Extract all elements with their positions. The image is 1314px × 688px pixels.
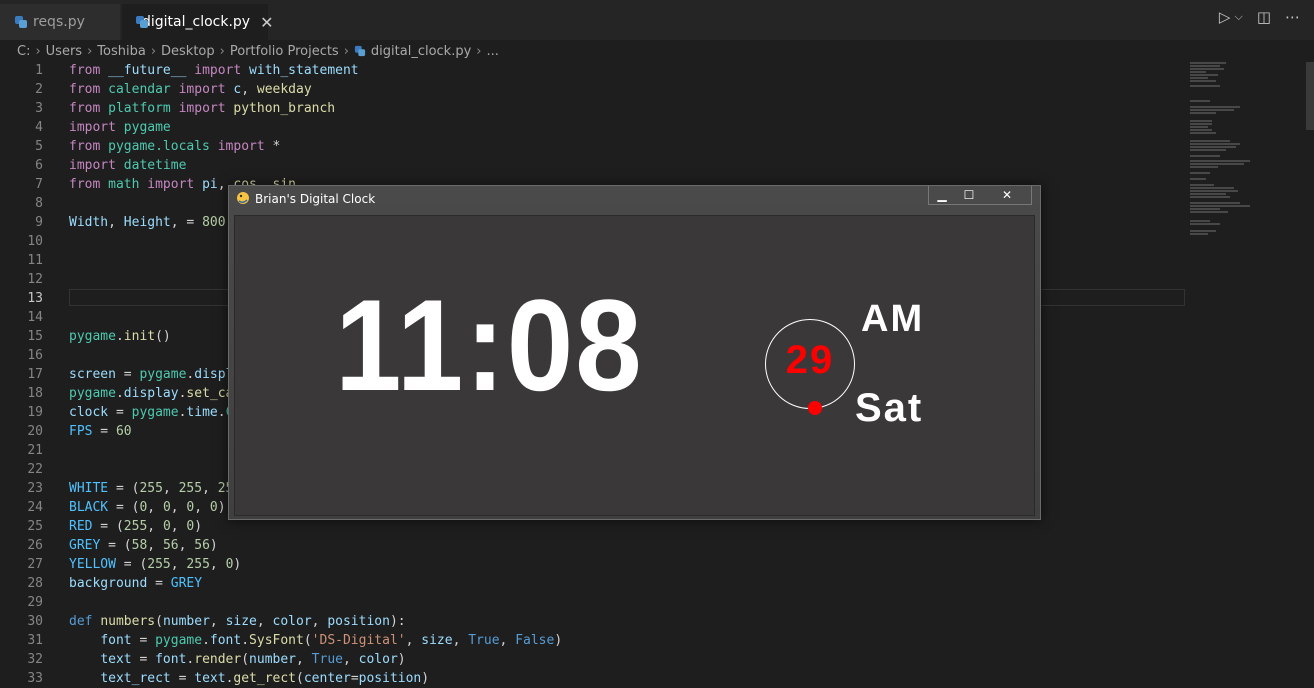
code-line[interactable]: 4 import pygame xyxy=(0,118,1185,137)
pygame-snake-icon xyxy=(237,192,249,204)
weekday-label: Sat xyxy=(855,386,924,430)
editor-actions: ▷ ⌵ ◫ ⋯ xyxy=(1219,8,1314,26)
breadcrumb-item[interactable]: digital_clock.py xyxy=(371,44,471,59)
code-line[interactable]: 29 xyxy=(0,593,1185,612)
code-line[interactable]: 6 import datetime xyxy=(0,156,1185,175)
code-line[interactable]: 31 font = pygame.font.SysFont('DS-Digita… xyxy=(0,631,1185,650)
seconds-indicator-dot xyxy=(808,401,822,415)
split-editor-icon[interactable]: ◫ xyxy=(1257,8,1271,26)
code-line[interactable]: 3 from platform import python_branch xyxy=(0,99,1185,118)
code-line[interactable]: 28 background = GREY xyxy=(0,574,1185,593)
day-number: 29 xyxy=(785,338,835,382)
code-line[interactable]: 27 YELLOW = (255, 255, 0) xyxy=(0,555,1185,574)
tab-label: digital_clock.py xyxy=(142,14,251,30)
chevron-right-icon: › xyxy=(476,43,482,59)
breadcrumb: C: › Users › Toshiba › Desktop › Portfolio P… xyxy=(17,41,499,61)
chevron-right-icon: › xyxy=(87,43,93,59)
breadcrumb-item[interactable]: Users xyxy=(46,44,82,59)
clock-canvas: 11:08 29 AM Sat xyxy=(234,215,1035,516)
code-line[interactable]: 26 GREY = (58, 56, 56) xyxy=(0,536,1185,555)
am-pm-label: AM xyxy=(861,298,925,340)
tab-digital-clock-py[interactable]: digital_clock.py ✕ xyxy=(122,4,274,40)
breadcrumb-item[interactable]: Toshiba xyxy=(97,44,146,59)
pygame-window[interactable]: Brian's Digital Clock ▁ ☐ ✕ 11:08 29 AM … xyxy=(228,185,1041,520)
breadcrumb-item[interactable]: ... xyxy=(487,44,499,59)
code-line[interactable]: 32 text = font.render(number, True, colo… xyxy=(0,650,1185,669)
window-controls: ▁ ☐ ✕ xyxy=(928,186,1032,205)
tab-label: reqs.py xyxy=(33,14,85,30)
run-icon[interactable]: ▷ xyxy=(1219,8,1231,26)
minimap[interactable] xyxy=(1190,60,1300,260)
breadcrumb-item[interactable]: C: xyxy=(17,44,30,59)
chevron-down-icon[interactable]: ⌵ xyxy=(1234,10,1242,24)
code-line[interactable]: 33 text_rect = text.get_rect(center=posi… xyxy=(0,669,1185,688)
minimize-button[interactable]: ▁ xyxy=(929,186,955,204)
close-button[interactable]: ✕ xyxy=(983,186,1031,204)
code-line[interactable]: 2 from calendar import c, weekday xyxy=(0,80,1185,99)
python-file-icon xyxy=(15,16,27,28)
code-line[interactable]: 30 def numbers(number, size, color, posit… xyxy=(0,612,1185,631)
scrollbar-thumb[interactable] xyxy=(1306,62,1314,130)
close-icon[interactable]: ✕ xyxy=(260,13,273,32)
chevron-right-icon: › xyxy=(35,43,41,59)
tab-bar: reqs.py digital_clock.py ✕ ▷ ⌵ ◫ ⋯ xyxy=(0,0,1314,40)
code-line[interactable]: 5 from pygame.locals import * xyxy=(0,137,1185,156)
more-actions-icon[interactable]: ⋯ xyxy=(1285,8,1300,26)
chevron-right-icon: › xyxy=(150,43,157,59)
chevron-right-icon: › xyxy=(219,43,225,59)
code-line[interactable]: 1 from __future__ import with_statement xyxy=(0,61,1185,80)
chevron-right-icon: › xyxy=(343,43,349,59)
maximize-button[interactable]: ☐ xyxy=(955,186,983,204)
breadcrumb-item[interactable]: Desktop xyxy=(161,44,215,59)
clock-time: 11:08 xyxy=(335,272,644,418)
window-title: Brian's Digital Clock xyxy=(255,192,376,206)
tab-reqs-py[interactable]: reqs.py xyxy=(0,4,120,40)
breadcrumb-item[interactable]: Portfolio Projects xyxy=(230,44,339,59)
python-file-icon xyxy=(354,45,366,57)
